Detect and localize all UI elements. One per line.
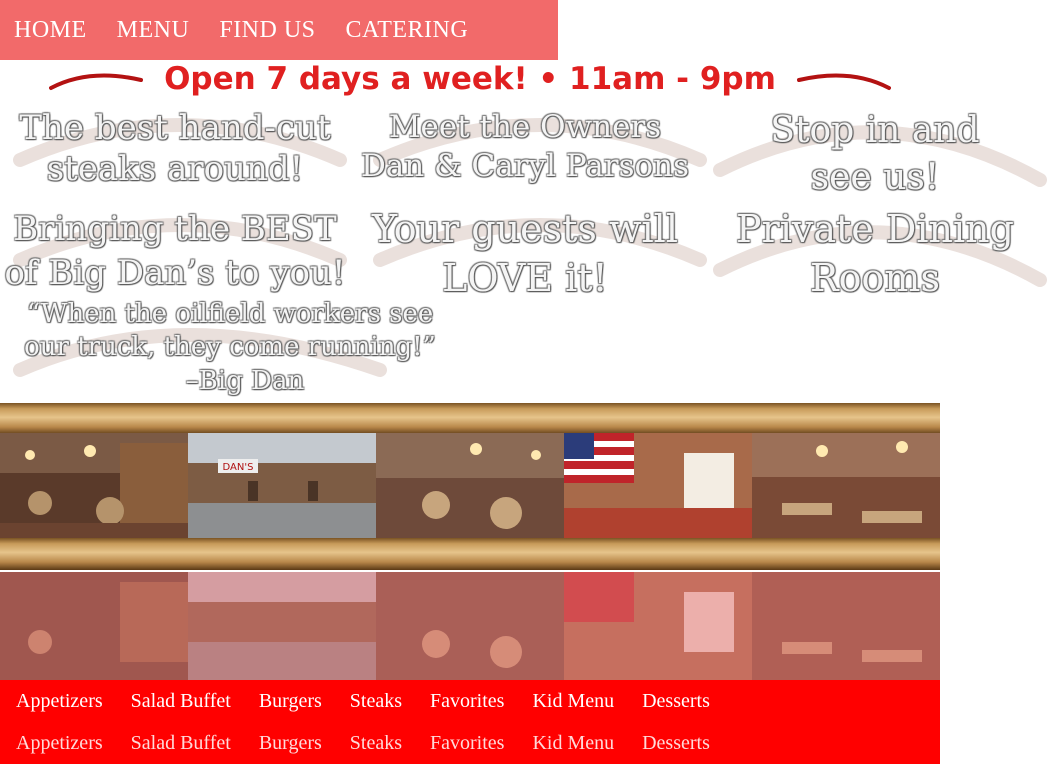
category-favorites-link[interactable]: Favorites bbox=[430, 690, 504, 713]
nav-catering-link[interactable]: CATERING bbox=[346, 17, 469, 44]
nav-home-link[interactable]: HOME bbox=[14, 17, 87, 44]
faded-photo-2[interactable] bbox=[188, 572, 376, 680]
faded-photo-3[interactable] bbox=[376, 572, 564, 680]
promo-quote[interactable]: “When the oilfield workers see our truck… bbox=[0, 298, 460, 398]
promo-guests-line1: Your guests will bbox=[371, 207, 678, 251]
category-favorites-link-2[interactable]: Favorites bbox=[430, 732, 504, 755]
right-swoosh-icon bbox=[796, 73, 891, 90]
hours-banner: Open 7 days a week! • 11am - 9pm bbox=[0, 56, 940, 102]
quote-line2: our truck, they come running!” bbox=[24, 332, 436, 363]
wood-frame-top bbox=[0, 403, 940, 435]
category-burgers-link[interactable]: Burgers bbox=[259, 690, 322, 713]
wood-frame-bottom bbox=[0, 538, 940, 570]
storefront-sign-text: DAN'S bbox=[223, 462, 254, 473]
category-desserts-link-2[interactable]: Desserts bbox=[642, 732, 710, 755]
photo-gallery: DAN'S bbox=[0, 433, 940, 539]
nav-find-us-link[interactable]: FIND US bbox=[219, 17, 315, 44]
category-kid-menu-link[interactable]: Kid Menu bbox=[532, 690, 614, 713]
category-appetizers-link[interactable]: Appetizers bbox=[16, 690, 103, 713]
storefront-photo[interactable]: DAN'S bbox=[188, 433, 376, 539]
flag-room-photo[interactable] bbox=[564, 433, 752, 539]
promo-steaks-line1: The best hand-cut bbox=[19, 108, 331, 148]
dining-room-photo-2[interactable] bbox=[376, 433, 564, 539]
faded-photo-4[interactable] bbox=[564, 572, 752, 680]
photo-gallery-faded bbox=[0, 572, 940, 680]
category-steaks-link-2[interactable]: Steaks bbox=[350, 732, 402, 755]
left-swoosh-icon bbox=[49, 73, 144, 90]
nav-menu-link[interactable]: MENU bbox=[117, 17, 190, 44]
promo-steaks-line2: steaks around! bbox=[46, 148, 304, 189]
category-appetizers-link-2[interactable]: Appetizers bbox=[16, 732, 103, 755]
promo-stop-line1: Stop in and bbox=[770, 110, 980, 151]
faded-photo-1[interactable] bbox=[0, 572, 188, 680]
promo-stop-in[interactable]: Stop in and see us! bbox=[705, 108, 1045, 202]
promo-private-line2: Rooms bbox=[810, 256, 940, 301]
quote-attribution: –Big Dan bbox=[185, 365, 305, 396]
promo-guests[interactable]: Your guests will LOVE it! bbox=[350, 205, 700, 304]
menu-category-nav: Appetizers Salad Buffet Burgers Steaks F… bbox=[0, 680, 940, 722]
quote-line1: “When the oilfield workers see bbox=[26, 299, 434, 329]
category-salad-buffet-link-2[interactable]: Salad Buffet bbox=[131, 732, 231, 755]
promo-guests-line2: LOVE it! bbox=[442, 256, 608, 301]
dining-room-photo-3[interactable] bbox=[752, 433, 940, 539]
top-navigation: HOME MENU FIND US CATERING bbox=[0, 0, 558, 60]
promo-steaks[interactable]: The best hand-cut steaks around! bbox=[0, 108, 350, 190]
category-desserts-link[interactable]: Desserts bbox=[642, 690, 710, 713]
category-steaks-link[interactable]: Steaks bbox=[350, 690, 402, 713]
promo-stop-line2: see us! bbox=[810, 156, 940, 198]
category-kid-menu-link-2[interactable]: Kid Menu bbox=[532, 732, 614, 755]
category-burgers-link-2[interactable]: Burgers bbox=[259, 732, 322, 755]
promo-owners-line1: Meet the Owners bbox=[388, 109, 662, 145]
promo-owners[interactable]: Meet the Owners Dan & Caryl Parsons bbox=[350, 108, 700, 186]
category-salad-buffet-link[interactable]: Salad Buffet bbox=[131, 690, 231, 713]
promo-best-line2: of Big Dan’s to you! bbox=[4, 253, 346, 294]
dining-room-photo-1[interactable] bbox=[0, 433, 188, 539]
faded-photo-5[interactable] bbox=[752, 572, 940, 680]
hours-text: Open 7 days a week! • 11am - 9pm bbox=[164, 61, 776, 97]
promo-private-line1: Private Dining bbox=[736, 207, 1014, 251]
promo-best[interactable]: Bringing the BEST of Big Dan’s to you! bbox=[0, 207, 350, 295]
promo-best-line1: Bringing the BEST bbox=[13, 209, 337, 249]
menu-category-nav-duplicate: Appetizers Salad Buffet Burgers Steaks F… bbox=[0, 722, 940, 764]
promo-private-dining[interactable]: Private Dining Rooms bbox=[705, 205, 1045, 304]
promo-owners-line2: Dan & Caryl Parsons bbox=[360, 147, 690, 184]
